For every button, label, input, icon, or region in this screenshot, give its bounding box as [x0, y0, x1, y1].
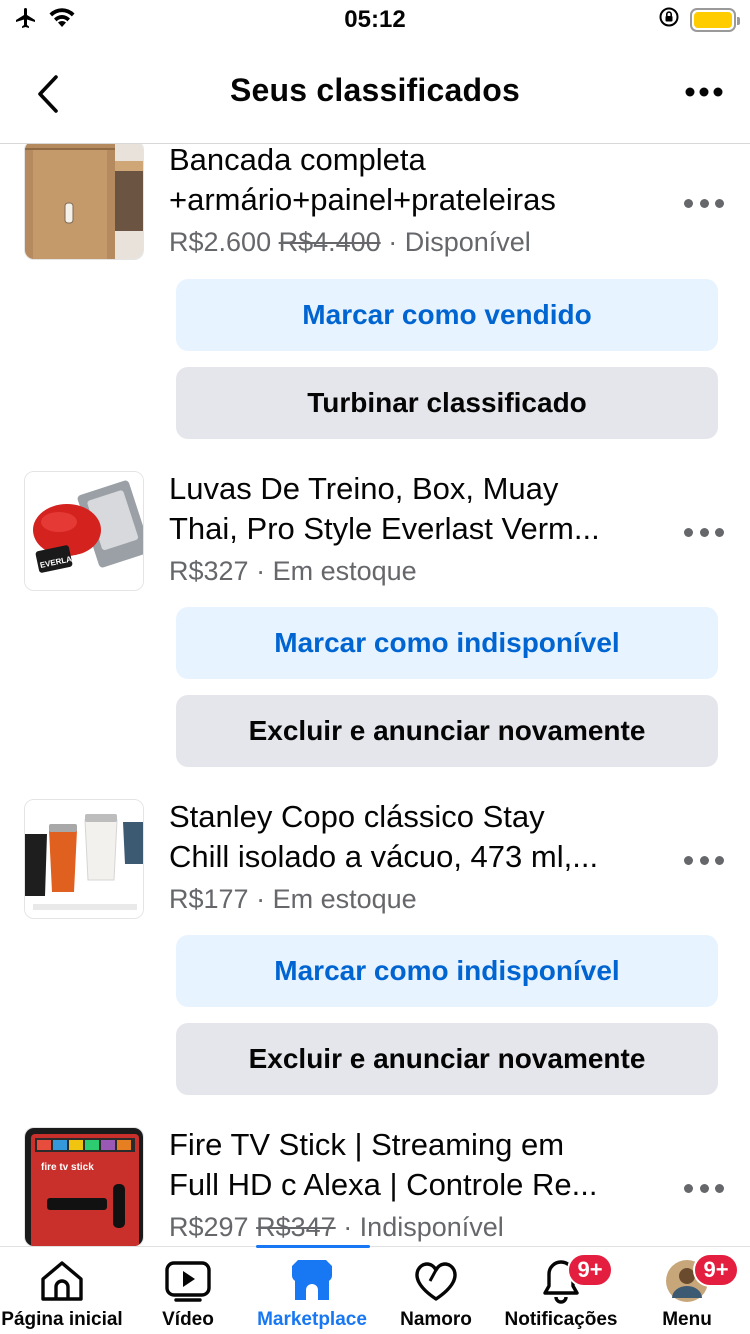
listing-status: · Disponível	[388, 227, 531, 257]
more-options-button[interactable]	[680, 72, 728, 112]
listing-price: R$327	[169, 556, 249, 586]
tab-label: Notificações	[504, 1309, 618, 1330]
listing-old-price: R$4.400	[278, 227, 381, 257]
video-icon	[164, 1257, 212, 1305]
tab-home[interactable]: Página inicial	[0, 1247, 124, 1334]
more-dot-icon	[684, 198, 693, 208]
more-dot-icon	[715, 855, 724, 865]
battery-icon	[690, 7, 740, 32]
listing-thumbnail[interactable]	[24, 799, 144, 919]
page-title: Seus classificados	[230, 72, 520, 108]
more-dot-icon	[699, 1183, 709, 1193]
bottom-tab-bar: Página inicial Vídeo Marketplace Namoro …	[0, 1245, 750, 1334]
listing-more-button[interactable]	[684, 193, 724, 213]
wood-cabinet-photo	[25, 144, 143, 259]
home-icon	[38, 1257, 86, 1305]
listing-title[interactable]: Bancada completa +armário+painel+pratele…	[169, 144, 659, 220]
tab-label: Vídeo	[162, 1309, 214, 1330]
listing-meta: R$327 · Em estoque	[169, 553, 417, 589]
tab-label: Menu	[662, 1309, 712, 1330]
listing-title[interactable]: Luvas De Treino, Box, Muay Thai, Pro Sty…	[169, 469, 659, 549]
more-dot-icon	[684, 527, 693, 537]
tab-notifications[interactable]: 9+ Notificações	[498, 1247, 624, 1334]
listings-list: Bancada completa +armário+painel+pratele…	[0, 144, 750, 1246]
more-dot-icon	[699, 198, 709, 208]
notification-badge: 9+	[567, 1253, 613, 1287]
listing-price: R$297	[169, 1212, 249, 1242]
avatar: 9+	[663, 1253, 739, 1305]
listing-title[interactable]: Stanley Copo clássico Stay Chill isolado…	[169, 797, 659, 877]
listing-meta: R$297 R$347 · Indisponível	[169, 1209, 504, 1245]
heart-icon	[412, 1257, 460, 1305]
listing-title[interactable]: Fire TV Stick | Streaming em Full HD c A…	[169, 1125, 659, 1205]
more-horizontal-icon	[685, 87, 723, 97]
more-dot-icon	[715, 527, 724, 537]
fire-tv-box-photo: fire tv stick	[25, 1128, 143, 1246]
listing-more-button[interactable]	[684, 522, 724, 542]
more-dot-icon	[699, 527, 709, 537]
listing-meta: R$2.600 R$4.400 · Disponível	[169, 224, 531, 260]
listing-thumbnail[interactable]: EVERLAST	[24, 471, 144, 591]
listing-status: · Em estoque	[256, 556, 417, 586]
tab-label: Página inicial	[1, 1309, 123, 1330]
mark-as-sold-button[interactable]: Marcar como vendido	[176, 279, 718, 351]
tab-label: Namoro	[400, 1309, 472, 1330]
tab-label: Marketplace	[257, 1309, 367, 1330]
status-time: 05:12	[344, 6, 406, 33]
more-dot-icon	[684, 1183, 693, 1193]
delete-and-relist-button[interactable]: Excluir e anunciar novamente	[176, 695, 718, 767]
tab-marketplace[interactable]: Marketplace	[250, 1247, 374, 1334]
listing-meta: R$177 · Em estoque	[169, 881, 417, 917]
mark-unavailable-button[interactable]: Marcar como indisponível	[176, 935, 718, 1007]
tab-video[interactable]: Vídeo	[126, 1247, 250, 1334]
mark-unavailable-button[interactable]: Marcar como indisponível	[176, 607, 718, 679]
listing-more-button[interactable]	[684, 850, 724, 870]
bell-icon: 9+	[537, 1253, 613, 1305]
status-right	[658, 6, 740, 33]
marketplace-icon	[288, 1257, 336, 1305]
listing-old-price: R$347	[256, 1212, 336, 1242]
boost-listing-button[interactable]: Turbinar classificado	[176, 367, 718, 439]
tumbler-cups-photo	[25, 800, 143, 918]
more-dot-icon	[715, 1183, 724, 1193]
listing-price: R$177	[169, 884, 249, 914]
fire-tv-logo: fire tv stick	[41, 1162, 94, 1173]
boxing-gloves-photo: EVERLAST	[25, 472, 143, 590]
menu-badge: 9+	[693, 1253, 739, 1287]
listing-status: · Em estoque	[256, 884, 417, 914]
more-dot-icon	[699, 855, 709, 865]
more-dot-icon	[715, 198, 724, 208]
listing-price: R$2.600	[169, 227, 272, 257]
delete-and-relist-button[interactable]: Excluir e anunciar novamente	[176, 1023, 718, 1095]
more-dot-icon	[684, 855, 693, 865]
header: Seus classificados	[0, 44, 750, 144]
listing-thumbnail[interactable]	[24, 144, 144, 260]
status-bar: 05:12	[0, 0, 750, 44]
listing-more-button[interactable]	[684, 1178, 724, 1198]
listing-thumbnail[interactable]: fire tv stick	[24, 1127, 144, 1246]
listing-status: · Indisponível	[343, 1212, 504, 1242]
tab-menu[interactable]: 9+ Menu	[624, 1247, 750, 1334]
rotation-lock-icon	[658, 6, 680, 33]
tab-dating[interactable]: Namoro	[374, 1247, 498, 1334]
